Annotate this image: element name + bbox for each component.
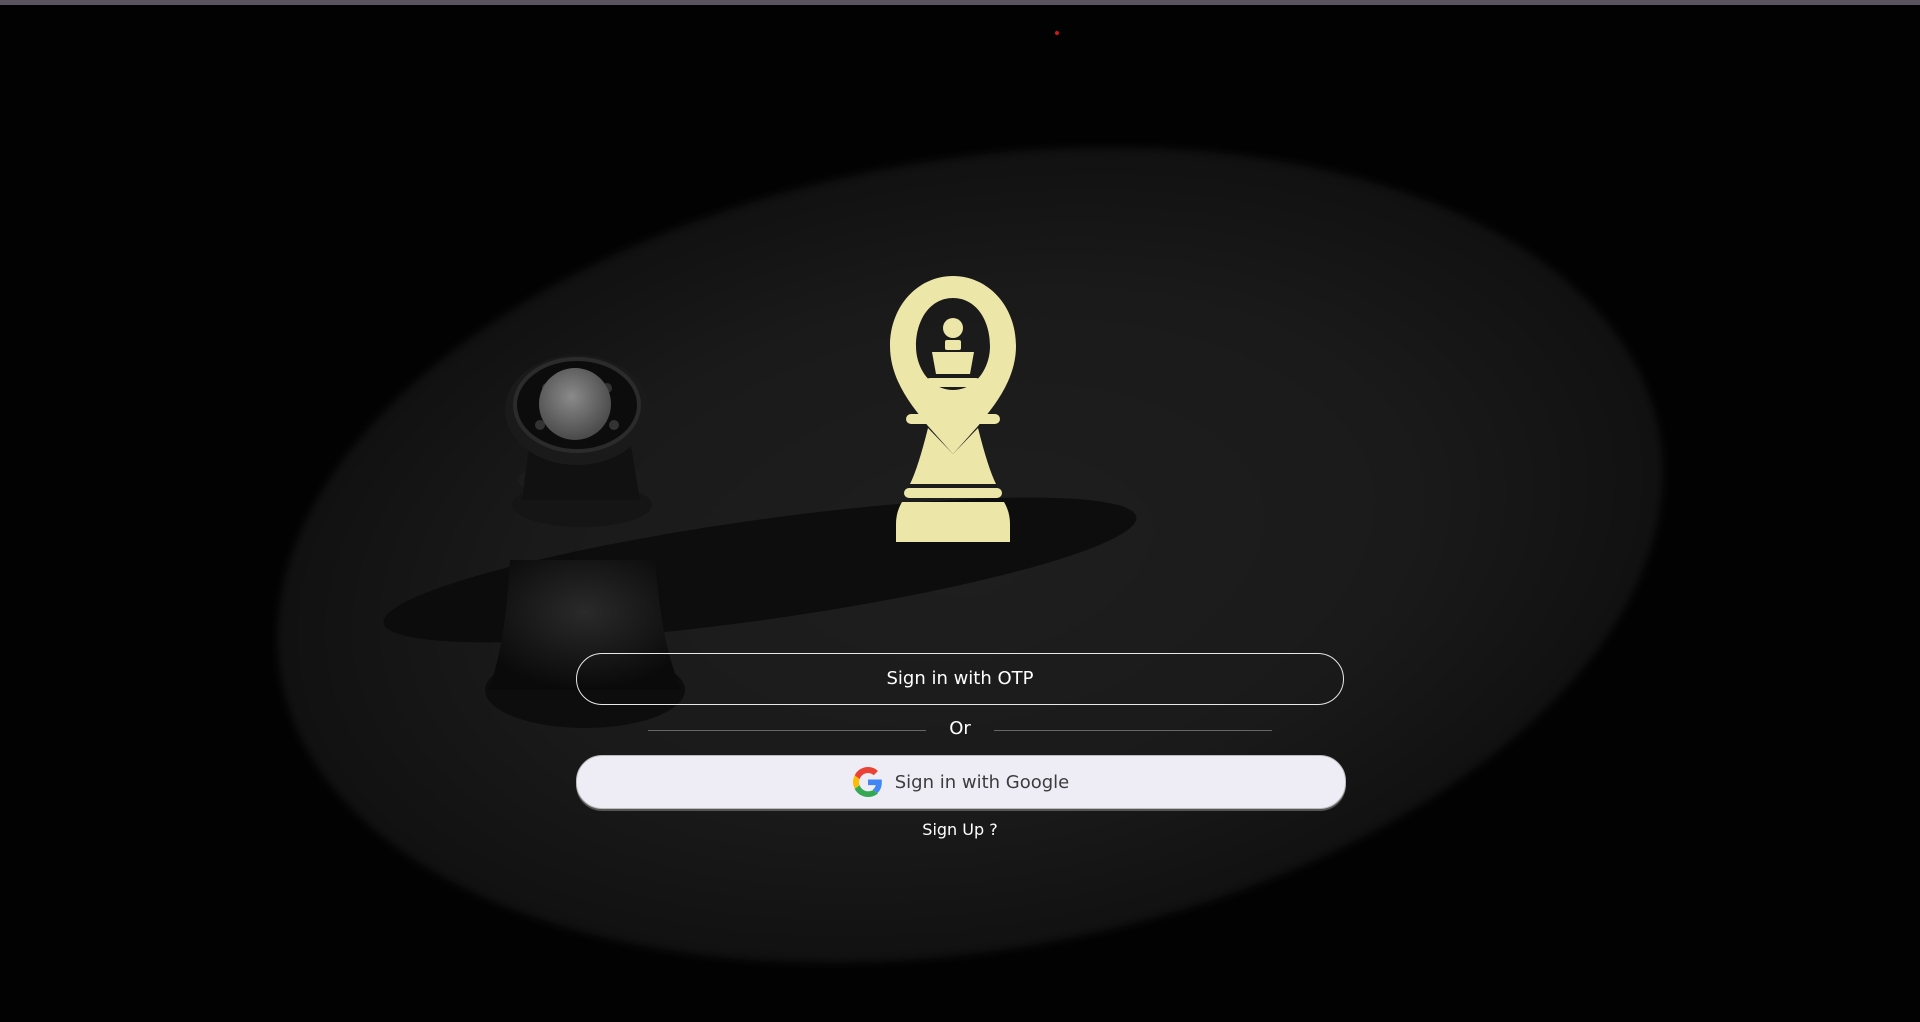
divider-line-left	[648, 730, 926, 731]
red-indicator-dot	[1055, 31, 1059, 35]
sign-in-google-button[interactable]: Sign in with Google	[576, 755, 1346, 809]
chess-bishop-logo-icon	[890, 276, 1016, 542]
google-g-icon	[852, 767, 882, 797]
sign-up-link[interactable]: Sign Up ?	[880, 820, 1040, 839]
or-text: Or	[949, 718, 971, 739]
login-page: Sign in with OTP Or Sign in with Google …	[0, 0, 1920, 1022]
or-divider: Or	[648, 716, 1272, 746]
divider-line-right	[994, 730, 1272, 731]
sign-in-otp-button[interactable]: Sign in with OTP	[576, 653, 1344, 705]
google-button-label: Sign in with Google	[894, 771, 1070, 793]
